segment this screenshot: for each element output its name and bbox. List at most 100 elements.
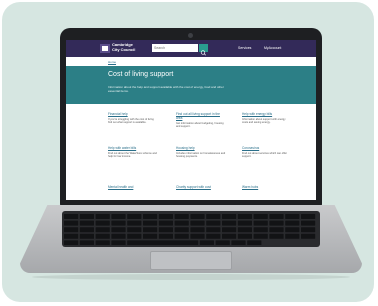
card-text: Information about support with energy co… bbox=[242, 118, 286, 125]
keyboard-key bbox=[247, 240, 262, 245]
breadcrumb-home-link[interactable]: Home bbox=[108, 60, 116, 64]
card-title[interactable]: Warm hubs bbox=[242, 185, 292, 189]
card-coronavirus[interactable]: Coronavirus Find out about services whic… bbox=[242, 146, 292, 159]
webcam bbox=[188, 33, 193, 38]
keyboard-key bbox=[206, 233, 221, 239]
card-title[interactable]: Housing help bbox=[176, 146, 226, 150]
keyboard-key bbox=[158, 214, 173, 219]
card-title[interactable]: Mental health and bbox=[108, 185, 158, 189]
keyboard-key bbox=[199, 240, 215, 245]
card-financial-help[interactable]: Financial help If you're struggling with… bbox=[108, 112, 158, 125]
keyboard-key bbox=[174, 214, 189, 219]
keyboard-key bbox=[253, 233, 268, 239]
search-button[interactable] bbox=[199, 44, 208, 56]
keyboard-key bbox=[127, 233, 142, 239]
keyboard-key bbox=[95, 220, 110, 226]
keyboard-key bbox=[301, 220, 316, 226]
keyboard-key bbox=[269, 233, 284, 239]
keyboard-key bbox=[190, 227, 205, 233]
photo-frame: Cambridge City Council Services MyAccoun… bbox=[2, 2, 374, 302]
card-warm-hubs[interactable]: Warm hubs bbox=[242, 185, 292, 191]
keyboard-key bbox=[301, 227, 316, 233]
council-logo-text[interactable]: Cambridge City Council bbox=[112, 42, 144, 52]
keyboard-key bbox=[95, 214, 110, 219]
keyboard-key bbox=[206, 214, 221, 219]
keyboard-keys bbox=[64, 214, 316, 245]
council-logo-icon[interactable] bbox=[100, 44, 110, 53]
keyboard-key bbox=[95, 233, 110, 239]
keyboard-key bbox=[269, 214, 284, 219]
card-title[interactable]: Coronavirus bbox=[242, 146, 292, 150]
keyboard-key bbox=[143, 233, 158, 239]
hero-banner: Cost of living support Information about… bbox=[66, 66, 316, 104]
card-text: Get information about budgeting, housing… bbox=[176, 122, 224, 129]
keyboard-key bbox=[269, 220, 284, 226]
keyboard-key bbox=[206, 227, 221, 233]
card-text: If you're struggling with the cost of li… bbox=[108, 118, 154, 125]
keyboard-key bbox=[127, 227, 142, 233]
keyboard-key bbox=[111, 227, 126, 233]
touchpad bbox=[150, 251, 232, 270]
keyboard-key bbox=[190, 220, 205, 226]
card-text: Includes information on homelessness and… bbox=[176, 152, 226, 159]
keyboard-key bbox=[237, 214, 252, 219]
keyboard-key bbox=[79, 240, 94, 245]
nav-account-link[interactable]: MyAccount bbox=[264, 46, 281, 50]
card-title[interactable]: Financial help bbox=[108, 112, 158, 116]
keyboard-key bbox=[174, 233, 189, 239]
nav-services-link[interactable]: Services bbox=[238, 46, 251, 50]
keyboard-key bbox=[222, 214, 237, 219]
laptop-shadow bbox=[32, 274, 350, 280]
keyboard-key bbox=[111, 233, 126, 239]
keyboard-key bbox=[127, 220, 142, 226]
keyboard bbox=[62, 211, 320, 247]
keyboard-key bbox=[222, 227, 237, 233]
card-charity-support[interactable]: Charity support with cost bbox=[176, 185, 226, 191]
keyboard-key bbox=[237, 233, 252, 239]
keyboard-key bbox=[174, 227, 189, 233]
laptop-base bbox=[20, 205, 362, 273]
keyboard-key bbox=[285, 214, 300, 219]
keyboard-key bbox=[174, 220, 189, 226]
keyboard-key bbox=[215, 240, 230, 245]
keyboard-key bbox=[253, 214, 268, 219]
keyboard-key bbox=[301, 214, 316, 219]
keyboard-key bbox=[143, 214, 158, 219]
keyboard-key bbox=[206, 220, 221, 226]
keyboard-key bbox=[143, 220, 158, 226]
card-text: Find out about services which can offer … bbox=[242, 152, 287, 159]
keyboard-key bbox=[253, 220, 268, 226]
card-water-bills[interactable]: Help with water bills Find out about the… bbox=[108, 146, 158, 159]
keyboard-key bbox=[158, 220, 173, 226]
search-input[interactable] bbox=[152, 44, 198, 52]
card-title[interactable]: Help with water bills bbox=[108, 146, 158, 150]
site-header: Cambridge City Council Services MyAccoun… bbox=[66, 40, 316, 57]
keyboard-key bbox=[64, 220, 79, 226]
keyboard-key bbox=[64, 214, 79, 219]
card-mental-health[interactable]: Mental health and bbox=[108, 185, 158, 191]
card-title[interactable]: Find out all living support in the area bbox=[176, 112, 226, 120]
keyboard-key bbox=[190, 233, 205, 239]
search-icon bbox=[200, 50, 206, 56]
card-title[interactable]: Charity support with cost bbox=[176, 185, 226, 189]
keyboard-key bbox=[79, 220, 94, 226]
keyboard-key bbox=[64, 227, 79, 233]
keyboard-key bbox=[222, 233, 237, 239]
breadcrumb-bar: Home bbox=[66, 57, 316, 66]
keyboard-key bbox=[285, 220, 300, 226]
keyboard-key bbox=[127, 214, 142, 219]
keyboard-key bbox=[253, 227, 268, 233]
laptop-screen: Cambridge City Council Services MyAccoun… bbox=[66, 40, 316, 200]
keyboard-key bbox=[64, 240, 79, 245]
laptop-lid: Cambridge City Council Services MyAccoun… bbox=[60, 28, 322, 206]
keyboard-key bbox=[190, 214, 205, 219]
keyboard-key bbox=[158, 227, 173, 233]
card-housing-help[interactable]: Housing help Includes information on hom… bbox=[176, 146, 226, 159]
keyboard-key bbox=[285, 233, 300, 239]
keyboard-key bbox=[64, 233, 79, 239]
keyboard-key bbox=[95, 227, 110, 233]
card-energy-bills[interactable]: Help with energy bills Information about… bbox=[242, 112, 292, 125]
card-title[interactable]: Help with energy bills bbox=[242, 112, 292, 116]
keyboard-key bbox=[301, 233, 316, 239]
card-living-support[interactable]: Find out all living support in the area … bbox=[176, 112, 226, 129]
